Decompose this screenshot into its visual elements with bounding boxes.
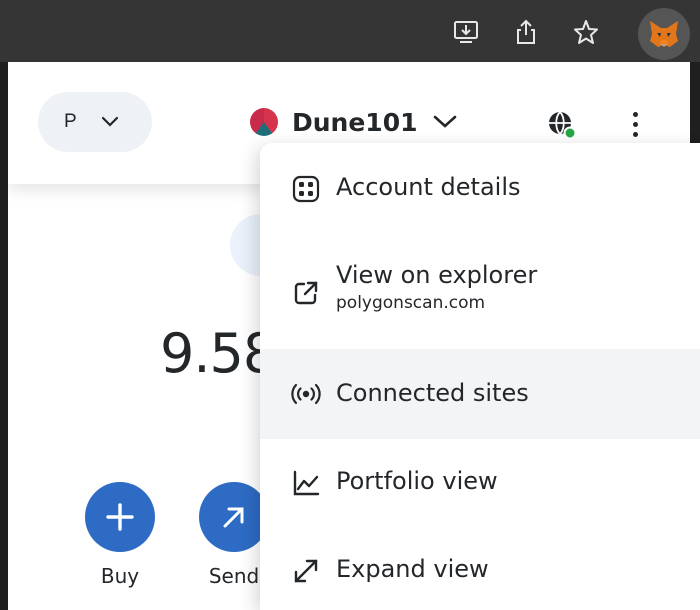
metamask-extension-button[interactable] (638, 8, 690, 60)
buy-label: Buy (100, 564, 140, 588)
buy-action: Buy (85, 482, 155, 588)
broadcast-icon (290, 378, 322, 410)
globe-icon (549, 111, 577, 140)
bookmark-star-icon (574, 20, 598, 44)
qr-code-icon (290, 173, 322, 205)
metamask-fox-icon (650, 21, 678, 47)
arrow-up-right-icon (223, 507, 244, 528)
menu-item-label: Portfolio view (336, 467, 498, 495)
install-app-icon (454, 21, 478, 43)
line-chart-icon (290, 467, 322, 499)
plus-icon (106, 503, 134, 531)
bookmark-button[interactable] (566, 12, 606, 52)
send-button[interactable] (199, 482, 269, 552)
menu-item-account-details[interactable]: Account details (260, 143, 700, 231)
connection-status-button[interactable] (545, 108, 579, 142)
menu-item-text: Account details (336, 173, 521, 201)
browser-toolbar (0, 0, 700, 62)
menu-item-label: Connected sites (336, 379, 529, 407)
kebab-dot-icon (632, 121, 638, 127)
menu-item-text: Connected sites (336, 379, 529, 407)
menu-item-portfolio-view[interactable]: Portfolio view (260, 439, 700, 527)
menu-item-label: Expand view (336, 555, 489, 583)
send-label: Send (208, 564, 260, 588)
share-icon (517, 19, 535, 44)
kebab-dot-icon (632, 131, 638, 137)
external-link-icon (290, 277, 322, 309)
network-avatar: P (64, 111, 77, 132)
buy-button[interactable] (85, 482, 155, 552)
menu-item-label: Account details (336, 173, 521, 201)
install-app-button[interactable] (446, 12, 486, 52)
explorer-domain: polygonscan.com (336, 293, 486, 313)
account-options-menu-button[interactable] (620, 106, 650, 142)
menu-item-text: View on explorer polygonscan.com (336, 261, 537, 313)
connected-status-dot (563, 126, 577, 140)
menu-item-connected-sites[interactable]: Connected sites (260, 349, 700, 439)
account-avatar (250, 108, 278, 136)
account-picker[interactable]: Dune101 (250, 102, 458, 142)
share-button[interactable] (506, 12, 546, 52)
menu-item-expand-view[interactable]: Expand view (260, 527, 700, 610)
menu-item-text: Expand view (336, 555, 489, 583)
chevron-down-icon (433, 115, 456, 128)
account-options-menu: Account details View on explorer polygon… (260, 143, 700, 610)
balance-amount: 9.58 (160, 322, 277, 385)
account-name: Dune101 (292, 107, 418, 137)
menu-item-view-on-explorer[interactable]: View on explorer polygonscan.com (260, 231, 700, 349)
network-picker[interactable]: P (38, 92, 152, 152)
chevron-down-icon (101, 116, 118, 127)
kebab-dot-icon (632, 111, 638, 117)
menu-item-text: Portfolio view (336, 467, 498, 495)
send-action: Send (199, 482, 269, 588)
expand-arrows-icon (290, 555, 322, 587)
menu-item-label: View on explorer (336, 261, 538, 289)
